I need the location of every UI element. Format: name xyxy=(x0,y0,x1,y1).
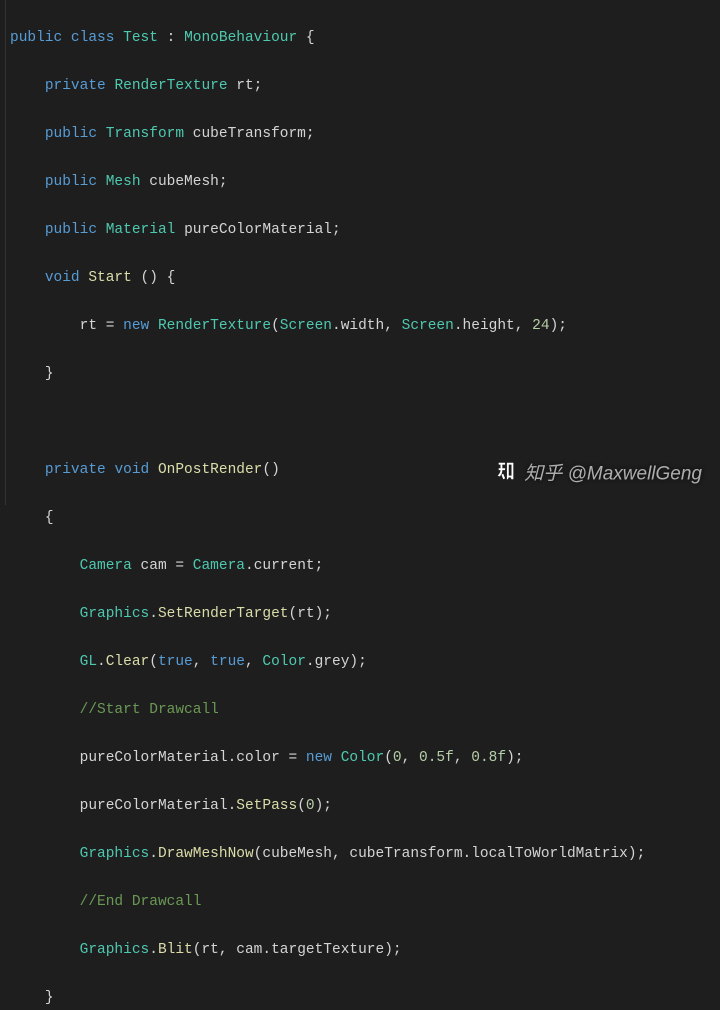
code-editor[interactable]: public class Test : MonoBehaviour { priv… xyxy=(0,0,720,1010)
code-line: Graphics.SetRenderTarget(rt); xyxy=(10,602,720,626)
editor-gutter xyxy=(0,0,6,505)
code-line: } xyxy=(10,362,720,386)
code-line: private void OnPostRender() xyxy=(10,458,720,482)
code-line: Camera cam = Camera.current; xyxy=(10,554,720,578)
code-line: public class Test : MonoBehaviour { xyxy=(10,26,720,50)
code-line: private RenderTexture rt; xyxy=(10,74,720,98)
keyword: public xyxy=(10,30,62,46)
code-line: { xyxy=(10,506,720,530)
code-line: Graphics.DrawMeshNow(cubeMesh, cubeTrans… xyxy=(10,842,720,866)
code-line: pureColorMaterial.color = new Color(0, 0… xyxy=(10,746,720,770)
comment: //Start Drawcall xyxy=(80,702,219,718)
code-line: public Material pureColorMaterial; xyxy=(10,218,720,242)
code-line: public Mesh cubeMesh; xyxy=(10,170,720,194)
code-line: void Start () { xyxy=(10,266,720,290)
code-line: pureColorMaterial.SetPass(0); xyxy=(10,794,720,818)
code-line: //End Drawcall xyxy=(10,890,720,914)
code-line: Graphics.Blit(rt, cam.targetTexture); xyxy=(10,938,720,962)
code-line: rt = new RenderTexture(Screen.width, Scr… xyxy=(10,314,720,338)
code-line: GL.Clear(true, true, Color.grey); xyxy=(10,650,720,674)
code-line: } xyxy=(10,986,720,1010)
comment: //End Drawcall xyxy=(80,894,202,910)
code-line xyxy=(10,410,720,434)
code-line: //Start Drawcall xyxy=(10,698,720,722)
code-line: public Transform cubeTransform; xyxy=(10,122,720,146)
